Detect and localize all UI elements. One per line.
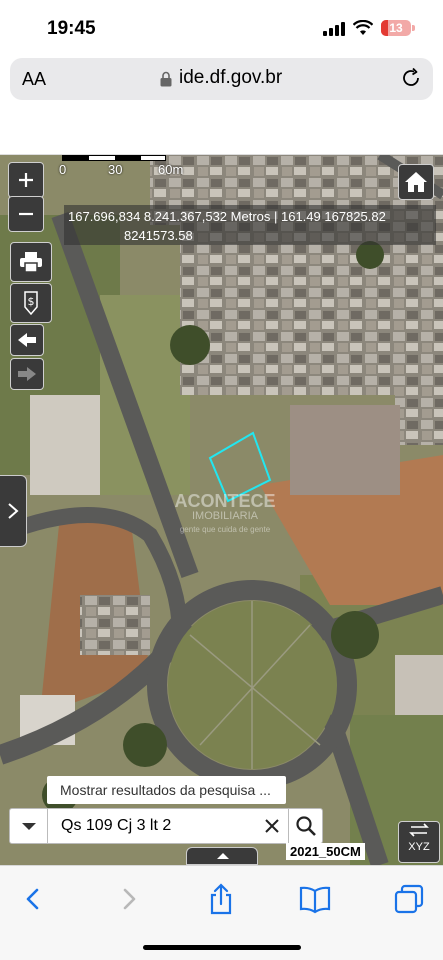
xyz-label: XYZ bbox=[408, 841, 430, 853]
search-input[interactable]: Qs 109 Cj 3 lt 2 bbox=[61, 817, 171, 835]
status-bar: 19:45 13 bbox=[0, 0, 443, 58]
printer-icon bbox=[20, 252, 42, 273]
minus-icon bbox=[19, 212, 33, 216]
zoom-in-button[interactable] bbox=[8, 162, 44, 198]
bookmarks-icon[interactable] bbox=[298, 882, 332, 916]
search-box[interactable]: Qs 109 Cj 3 lt 2 bbox=[9, 808, 323, 844]
cellular-signal-icon bbox=[323, 22, 347, 36]
zoom-out-button[interactable] bbox=[8, 196, 44, 232]
caret-down-icon bbox=[22, 823, 36, 830]
print-button[interactable] bbox=[10, 242, 52, 282]
page-header bbox=[0, 110, 443, 155]
back-icon[interactable] bbox=[16, 882, 50, 916]
clear-icon[interactable] bbox=[262, 816, 282, 836]
home-icon bbox=[405, 172, 427, 192]
battery-tip bbox=[412, 25, 415, 31]
scale-label-0: 0 bbox=[59, 162, 67, 177]
text-size-button[interactable]: AA bbox=[22, 69, 46, 90]
status-time: 19:45 bbox=[47, 18, 96, 39]
map-view[interactable]: $ 0 30 60m 167.696,834 8.241.367,532 Met… bbox=[0, 155, 443, 865]
watermark-tagline: gente que cuida de gente bbox=[179, 525, 271, 534]
scale-bar-graphic bbox=[62, 155, 166, 161]
share-icon[interactable] bbox=[204, 882, 238, 916]
tabs-icon[interactable] bbox=[392, 882, 426, 916]
watermark-logo: ACONTECE IMOBILIARIA gente que cuida de … bbox=[170, 491, 280, 536]
wifi-icon bbox=[353, 20, 373, 35]
bottom-panel-tab[interactable] bbox=[186, 847, 258, 865]
money-arrow-icon: $ bbox=[24, 291, 38, 315]
forward-icon[interactable] bbox=[112, 882, 146, 916]
money-button[interactable]: $ bbox=[10, 283, 52, 323]
search-type-dropdown[interactable] bbox=[10, 809, 48, 843]
coordinates-line-2: 8241573.58 bbox=[124, 228, 193, 243]
svg-text:$: $ bbox=[28, 295, 35, 308]
back-arrow-button[interactable] bbox=[10, 324, 44, 356]
lock-icon bbox=[160, 71, 172, 87]
forward-arrow-button[interactable] bbox=[10, 358, 44, 390]
search-button[interactable] bbox=[288, 809, 323, 843]
reload-icon[interactable] bbox=[400, 67, 422, 89]
watermark-sub: IMOBILIARIA bbox=[191, 510, 259, 522]
scale-label-30: 30 bbox=[108, 162, 123, 177]
watermark-name: ACONTECE bbox=[174, 491, 276, 511]
search-icon bbox=[296, 816, 316, 836]
battery-icon: 13 bbox=[381, 20, 411, 36]
chevron-right-icon bbox=[8, 503, 19, 519]
plus-icon bbox=[19, 173, 33, 187]
text-size-label: AA bbox=[22, 69, 47, 89]
xyz-button[interactable]: XYZ bbox=[398, 821, 440, 863]
home-indicator bbox=[143, 945, 301, 950]
url-text[interactable]: ide.df.gov.br bbox=[179, 67, 282, 89]
battery-level: 13 bbox=[389, 21, 403, 35]
caret-up-icon bbox=[217, 853, 229, 859]
address-bar[interactable]: AA ide.df.gov.br bbox=[10, 58, 433, 100]
arrow-left-icon bbox=[18, 333, 36, 347]
scale-label-60: 60m bbox=[158, 162, 184, 177]
swap-arrows-icon bbox=[409, 823, 429, 837]
expand-panel-tab[interactable] bbox=[0, 475, 27, 547]
imagery-year-label: 2021_50CM bbox=[286, 843, 365, 860]
arrow-right-icon bbox=[18, 367, 36, 381]
home-button[interactable] bbox=[398, 164, 434, 200]
coordinates-line-1: 167.696,834 8.241.367,532 Metros | 161.4… bbox=[68, 209, 386, 224]
show-search-results-button[interactable]: Mostrar resultados da pesquisa ... bbox=[47, 776, 286, 804]
coordinates-readout: 167.696,834 8.241.367,532 Metros | 161.4… bbox=[64, 205, 436, 245]
